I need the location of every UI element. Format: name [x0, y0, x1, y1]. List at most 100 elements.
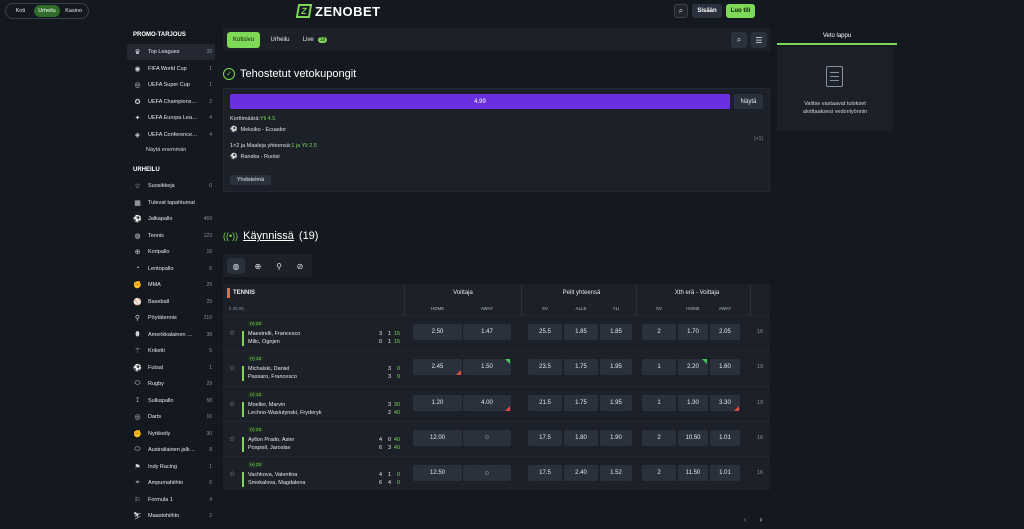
- odds-button[interactable]: 23.5: [528, 359, 562, 376]
- mode-home[interactable]: Koti: [7, 5, 34, 17]
- odds-button[interactable]: 2: [642, 324, 676, 340]
- sidebar-sport-item[interactable]: ▦ Tulevat tapahtumat: [127, 195, 215, 211]
- sidebar-sport-item[interactable]: ⚐ Formula 1 4: [127, 492, 215, 508]
- favorite-star-icon[interactable]: ☆: [229, 470, 235, 478]
- odds-button[interactable]: 1.95: [600, 394, 632, 411]
- odds-button[interactable]: 1: [642, 359, 676, 376]
- settings-icon[interactable]: ☰: [751, 32, 767, 48]
- odds-button[interactable]: 2.05: [710, 324, 740, 340]
- odds-button[interactable]: 1: [642, 394, 676, 411]
- sidebar-sport-item[interactable]: ◎ Darts 16: [127, 409, 215, 425]
- odds-button[interactable]: 2: [642, 429, 676, 446]
- odds-button[interactable]: 1.90: [600, 429, 632, 446]
- promo-item[interactable]: ◎ UEFA Super Cup 1: [127, 77, 215, 93]
- odds-button[interactable]: 1.01: [710, 429, 740, 446]
- table-tennis-filter-icon[interactable]: ⚲: [270, 258, 288, 274]
- odds-button[interactable]: 25.5: [528, 324, 562, 340]
- tab-sports[interactable]: Urheilu: [266, 32, 294, 48]
- sidebar-sport-item[interactable]: ⌖ Ampumahiihto 6: [127, 475, 215, 491]
- odds-button[interactable]: 11.50: [678, 465, 708, 482]
- more-markets-count[interactable]: 19: [750, 400, 770, 406]
- prev-arrow-icon[interactable]: ‹: [738, 512, 752, 526]
- sidebar-sport-item[interactable]: ⬭ Australiainen jalk… 8: [127, 442, 215, 458]
- tab-live[interactable]: Live 19: [300, 32, 330, 48]
- betslip-tab[interactable]: Veto lappu: [777, 28, 897, 45]
- sidebar-sport-item[interactable]: ⛷ Maastohiihto 2: [127, 508, 215, 524]
- promo-item[interactable]: ✪ UEFA Champions… 2: [127, 94, 215, 110]
- search-icon[interactable]: ⌕: [674, 4, 688, 18]
- sidebar-sport-item[interactable]: ⬮ Amerikkalainen … 38: [127, 327, 215, 343]
- odds-button[interactable]: 1.30: [678, 394, 708, 411]
- odds-button[interactable]: 2.50: [413, 324, 462, 340]
- odds-button[interactable]: 21.5: [528, 394, 562, 411]
- sidebar-sport-item[interactable]: ⚲ Pöytätennis 216: [127, 310, 215, 326]
- show-button[interactable]: Näytä: [734, 94, 763, 109]
- login-button[interactable]: Sisään: [692, 4, 722, 18]
- sidebar-sport-item[interactable]: ⚽ Futsal 1: [127, 360, 215, 376]
- sidebar-sport-item[interactable]: ◍ Tennis 123: [127, 228, 215, 244]
- more-markets-count[interactable]: 16: [750, 470, 770, 476]
- promo-item[interactable]: ♛ Top Leagues 33: [127, 44, 215, 60]
- locked-odds-button[interactable]: ⊙: [463, 465, 511, 482]
- odds-button[interactable]: 2.40: [564, 465, 598, 482]
- sidebar-sport-item[interactable]: ⚚ Kriketti 5: [127, 343, 215, 359]
- odds-button[interactable]: 1.75: [564, 359, 598, 376]
- odds-button[interactable]: 1.60: [710, 359, 740, 376]
- odds-button[interactable]: 1.80: [564, 429, 598, 446]
- odds-button[interactable]: 17.5: [528, 429, 562, 446]
- show-more-link[interactable]: Näytä enemmän: [146, 147, 186, 153]
- favorite-star-icon[interactable]: ☆: [229, 400, 235, 408]
- sidebar-sport-item[interactable]: ⊕ Koripallo 16: [127, 244, 215, 260]
- odds-button[interactable]: 12.00: [413, 429, 462, 446]
- sidebar-sport-item[interactable]: ⬭ Rugby 29: [127, 376, 215, 392]
- sidebar-sport-item[interactable]: ⟟ Sulkapallo 58: [127, 393, 215, 409]
- more-markets-count[interactable]: 16: [750, 435, 770, 441]
- live-title[interactable]: Käynnissä: [243, 230, 294, 242]
- odds-button[interactable]: 1.47: [463, 324, 511, 340]
- favorite-star-icon[interactable]: ☆: [229, 329, 235, 337]
- odds-button[interactable]: 2: [642, 465, 676, 482]
- odds-button[interactable]: 1.85: [564, 324, 598, 340]
- odds-button[interactable]: 1.01: [710, 465, 740, 482]
- sidebar-sport-item[interactable]: ☆ Suosikkeja 0: [127, 178, 215, 194]
- sidebar-sport-item[interactable]: ⚑ Indy Racing 1: [127, 459, 215, 475]
- odds-button[interactable]: 4.00: [463, 394, 511, 411]
- odds-button[interactable]: 2.45: [413, 359, 462, 376]
- mode-sports[interactable]: Urheilu: [33, 5, 61, 17]
- odds-button[interactable]: 17.5: [528, 465, 562, 482]
- odds-button[interactable]: 1.95: [600, 359, 632, 376]
- combo-button[interactable]: Yhdistelmä: [230, 175, 271, 185]
- more-markets-count[interactable]: 16: [750, 329, 770, 335]
- tab-home[interactable]: Kotisivu: [227, 32, 260, 48]
- odds-button[interactable]: 12.50: [413, 465, 462, 482]
- player-home: Maestrelli, Francesco: [248, 331, 301, 337]
- odds-button[interactable]: 1.50: [463, 359, 511, 376]
- favorite-star-icon[interactable]: ☆: [229, 364, 235, 372]
- odds-button[interactable]: 10.50: [678, 429, 708, 446]
- brand-logo[interactable]: Z ZENOBET: [295, 3, 381, 19]
- next-arrow-icon[interactable]: ›: [754, 512, 768, 526]
- odds-button[interactable]: 1.70: [678, 324, 708, 340]
- search-icon[interactable]: ⌕: [731, 32, 747, 48]
- promo-item[interactable]: ◈ UEFA Conference… 4: [127, 127, 215, 143]
- odds-button[interactable]: 1.85: [600, 324, 632, 340]
- promo-item[interactable]: ✦ UEFA Europa Lea… 4: [127, 110, 215, 126]
- tennis-filter-icon[interactable]: ◍: [227, 258, 245, 274]
- odds-button[interactable]: 1.75: [564, 394, 598, 411]
- sidebar-sport-item[interactable]: ✊ Nyrkkeily 30: [127, 426, 215, 442]
- volleyball-filter-icon[interactable]: ⊘: [291, 258, 309, 274]
- odds-button[interactable]: 1.52: [600, 465, 632, 482]
- favorite-star-icon[interactable]: ☆: [229, 435, 235, 443]
- locked-odds-button[interactable]: ⊙: [463, 429, 511, 446]
- boosted-odds-bar[interactable]: 4.99: [230, 94, 730, 109]
- sidebar-sport-item[interactable]: ⚽ Jalkapallo 469: [127, 211, 215, 227]
- sidebar-sport-item[interactable]: ◔ Lentopallo 5: [127, 261, 215, 277]
- signup-button[interactable]: Luo tili: [726, 4, 755, 18]
- sidebar-sport-item[interactable]: ⚾ Baseball 29: [127, 294, 215, 310]
- basketball-filter-icon[interactable]: ⊕: [249, 258, 267, 274]
- more-markets-count[interactable]: 19: [750, 364, 770, 370]
- promo-item[interactable]: ◉ FIFA World Cup 1: [127, 61, 215, 77]
- sidebar-sport-item[interactable]: ✊ MMA 29: [127, 277, 215, 293]
- odds-button[interactable]: 1.20: [413, 394, 462, 411]
- mode-casino[interactable]: Kasino: [60, 5, 87, 17]
